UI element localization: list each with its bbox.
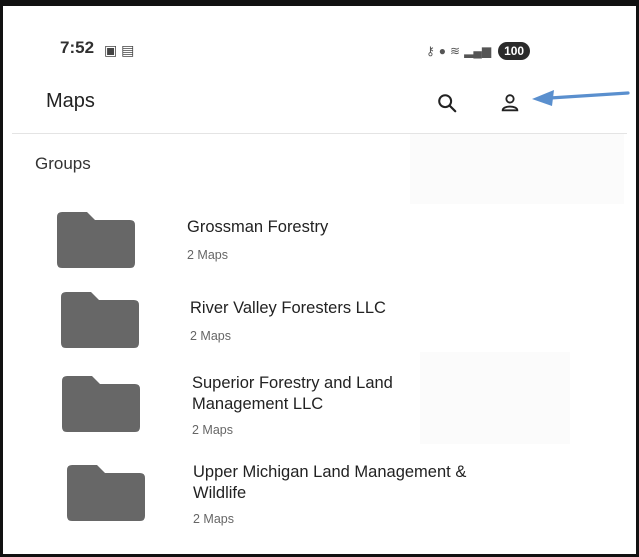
battery-indicator: 100 xyxy=(498,42,531,60)
folder-icon xyxy=(62,376,140,432)
status-bar: 7:52 ▣ ▤ ⚷ ● ≋ ▂▄▆ 100 xyxy=(38,24,598,60)
wifi-icon: ≋ xyxy=(450,44,461,58)
groups-heading: Groups xyxy=(35,154,91,173)
group-map-count: 2 Maps xyxy=(192,423,233,437)
group-item-upper-michigan[interactable]: Upper Michigan Land Management & Wildlif… xyxy=(45,455,585,543)
folder-icon xyxy=(67,465,145,521)
page-title: Maps xyxy=(46,90,95,112)
account-button[interactable] xyxy=(495,88,525,118)
group-item-grossman-forestry[interactable]: Grossman Forestry 2 Maps xyxy=(45,205,585,293)
status-right-icons: ⚷ ● ≋ ▂▄▆ 100 xyxy=(426,42,531,60)
background-panel xyxy=(410,134,624,204)
notification-icon: ▣ xyxy=(104,42,118,58)
folder-icon xyxy=(61,292,139,348)
status-time: 7:52 xyxy=(60,38,95,57)
signal-icon: ▂▄▆ xyxy=(464,44,492,58)
group-item-superior-forestry[interactable]: Superior Forestry and Land Management LL… xyxy=(45,366,585,454)
group-name: Grossman Forestry xyxy=(187,218,329,236)
group-name: Superior Forestry and Land Management LL… xyxy=(192,374,393,413)
search-icon xyxy=(438,94,457,113)
group-map-count: 2 Maps xyxy=(187,248,228,262)
account-icon xyxy=(501,94,519,112)
folder-icon xyxy=(57,212,135,268)
group-map-count: 2 Maps xyxy=(193,512,234,526)
location-icon: ● xyxy=(438,44,447,58)
group-name: Upper Michigan Land Management & Wildlif… xyxy=(193,463,467,502)
annotation-arrow xyxy=(532,90,630,106)
group-name: River Valley Foresters LLC xyxy=(190,299,386,317)
key-icon: ⚷ xyxy=(426,44,435,58)
search-button[interactable] xyxy=(432,88,462,118)
teams-icon: ▤ xyxy=(121,42,135,58)
status-left-icons: ▣ ▤ xyxy=(104,42,134,59)
group-map-count: 2 Maps xyxy=(190,329,231,343)
